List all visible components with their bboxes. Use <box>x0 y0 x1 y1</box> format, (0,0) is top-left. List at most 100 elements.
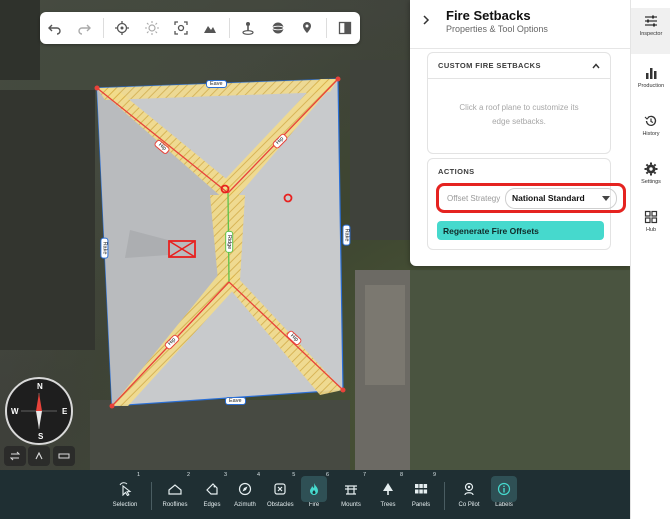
tool-label-labels: Labels <box>495 502 513 508</box>
tool-label-selection: Selection <box>112 502 138 508</box>
swap-icon[interactable] <box>4 446 26 466</box>
flame-icon <box>310 483 318 495</box>
target-icon[interactable] <box>109 14 136 42</box>
edge-label-right[interactable]: Rake <box>342 224 351 246</box>
cursor-click-icon <box>119 482 132 496</box>
bar-chart-icon <box>646 68 657 79</box>
compass[interactable]: N S E W <box>5 377 73 445</box>
route-icon[interactable] <box>28 446 50 466</box>
offset-strategy-label: Offset Strategy <box>447 193 501 203</box>
copilot-icon <box>464 482 474 496</box>
view-toolbar <box>40 12 360 44</box>
undo-icon[interactable] <box>41 14 68 42</box>
placeholder-line-1: Click a roof plane to customize its <box>459 103 579 112</box>
rail-item-history[interactable]: History <box>631 114 670 137</box>
edge-label-ridge[interactable]: Ridge <box>225 230 234 254</box>
rail-label-inspector: Inspector <box>639 31 663 37</box>
compass-icon <box>238 482 252 496</box>
panel-subtitle: Properties & Tool Options <box>446 24 548 34</box>
custom-setbacks-placeholder: Click a roof plane to customize its edge… <box>428 79 610 151</box>
tool-label-fire: Fire <box>308 502 320 508</box>
right-rail: Inspector Production History Settings Hu… <box>630 0 670 519</box>
offset-strategy-value: National Standard <box>512 193 585 203</box>
compass-needle-icon <box>21 393 57 429</box>
offset-strategy-select[interactable]: National Standard <box>505 187 617 209</box>
tool-num-trees: 8 <box>399 472 403 478</box>
tool-selection[interactable]: 1 Selection <box>112 472 140 508</box>
rail-item-hub[interactable]: Hub <box>631 210 670 233</box>
tool-label-panels: Panels <box>411 502 431 508</box>
tool-label-trees: Trees <box>380 502 396 508</box>
panel-header: Fire Setbacks Properties & Tool Options <box>410 0 630 49</box>
split-view-icon[interactable] <box>332 14 359 42</box>
sliders-icon <box>645 15 657 27</box>
rail-item-inspector[interactable]: Inspector <box>631 8 670 54</box>
gear-icon <box>644 162 658 176</box>
offset-strategy-row: Offset Strategy National Standard <box>436 183 626 213</box>
tool-num-selection: 1 <box>136 472 140 478</box>
ruler-icon[interactable] <box>53 446 75 466</box>
roofline-icon <box>168 484 182 495</box>
tool-label-azimuth: Azimuth <box>234 502 256 508</box>
person-pin-icon[interactable] <box>235 14 262 42</box>
tool-edges[interactable]: 3 Edges <box>199 472 227 508</box>
mount-icon <box>345 485 357 495</box>
tool-obstacles[interactable]: 5 Obstacles <box>267 472 295 508</box>
tool-copilot[interactable]: Co Pilot <box>456 476 482 508</box>
chevron-up-icon[interactable] <box>592 62 600 69</box>
grid-icon <box>644 210 658 224</box>
tool-num-fire: 6 <box>325 472 329 478</box>
regenerate-fire-offsets-button[interactable]: Regenerate Fire Offsets <box>437 221 604 240</box>
tool-label-obstacles: Obstacles <box>267 502 294 508</box>
edge-label-bottom[interactable]: Eave <box>225 397 246 405</box>
tool-rooflines[interactable]: 2 Rooflines <box>162 472 190 508</box>
tool-label-copilot: Co Pilot <box>458 502 480 508</box>
obstacle-icon <box>274 483 286 495</box>
custom-setbacks-header[interactable]: CUSTOM FIRE SETBACKS <box>428 53 610 79</box>
tool-panels[interactable]: 9 Panels <box>408 472 436 508</box>
edge-label-top[interactable]: Eave <box>206 80 227 88</box>
tool-num-panels: 9 <box>432 472 436 478</box>
tree-icon <box>383 483 393 495</box>
tool-num-edges: 3 <box>223 472 227 478</box>
tag-icon <box>206 483 218 495</box>
rail-label-history: History <box>642 131 660 137</box>
custom-setbacks-card: CUSTOM FIRE SETBACKS Click a roof plane … <box>427 52 611 154</box>
actions-title: ACTIONS <box>438 167 475 176</box>
placeholder-line-2: edge setbacks. <box>492 117 546 126</box>
map-pin-icon[interactable] <box>293 14 320 42</box>
tool-label-edges: Edges <box>203 502 221 508</box>
rail-item-production[interactable]: Production <box>631 66 670 89</box>
custom-setbacks-title: CUSTOM FIRE SETBACKS <box>438 61 541 70</box>
fire-setbacks-panel: Fire Setbacks Properties & Tool Options … <box>410 0 630 266</box>
rail-label-production: Production <box>637 83 665 89</box>
rail-item-settings[interactable]: Settings <box>631 162 670 185</box>
tool-azimuth[interactable]: 4 Azimuth <box>232 472 260 508</box>
tool-fire[interactable]: 6 Fire <box>301 472 329 508</box>
edge-label-left[interactable]: Rake <box>100 237 109 259</box>
chevron-right-icon[interactable] <box>422 12 436 30</box>
rail-label-hub: Hub <box>645 227 657 233</box>
tool-label-mounts: Mounts <box>341 502 361 508</box>
tool-num-rooflines: 2 <box>186 472 190 478</box>
tool-num-obstacles: 5 <box>292 472 296 478</box>
tool-mounts[interactable]: 7 Mounts <box>338 472 366 508</box>
history-icon <box>644 115 657 126</box>
sphere-icon[interactable] <box>264 14 291 42</box>
caret-down-icon <box>602 195 610 201</box>
sun-icon[interactable] <box>138 14 165 42</box>
info-icon <box>497 482 511 496</box>
mountain-icon[interactable] <box>197 14 224 42</box>
actions-header: ACTIONS <box>428 159 610 184</box>
focus-icon[interactable] <box>167 14 194 42</box>
tool-label-rooflines: Rooflines <box>162 502 188 508</box>
redo-icon[interactable] <box>70 14 97 42</box>
panel-title: Fire Setbacks <box>446 8 531 23</box>
tool-num-azimuth: 4 <box>256 472 260 478</box>
rail-label-settings: Settings <box>641 179 661 185</box>
tool-dock: 1 Selection 2 Rooflines 3 Edges 4 Azimut… <box>0 470 630 519</box>
tool-labels[interactable]: Labels <box>491 476 517 508</box>
panels-grid-icon <box>415 484 428 494</box>
tool-trees[interactable]: 8 Trees <box>375 472 403 508</box>
tool-num-mounts: 7 <box>362 472 366 478</box>
